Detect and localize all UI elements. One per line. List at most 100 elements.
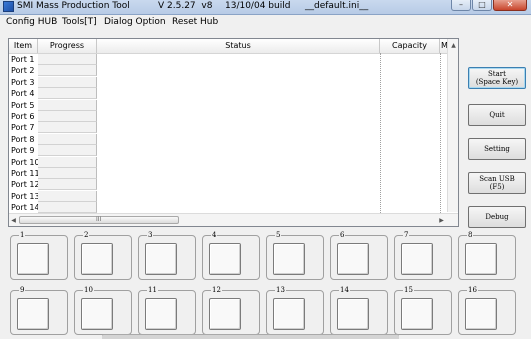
port-group-13: 13 [266,286,324,335]
horizontal-scrollbar[interactable]: ◀ III ▶ [9,213,458,226]
port-button-3[interactable] [145,243,177,275]
start-shortcut: (Space Key) [475,78,519,86]
port-button-4[interactable] [209,243,241,275]
app-version: V 2.5.27 v8 [158,1,213,11]
table-row[interactable]: Port 14 [9,202,458,214]
app-icon [3,1,14,12]
row-item-label: Port 7 [11,123,35,133]
app-title: SMI Mass Production Tool [17,1,130,11]
scroll-right-icon[interactable]: ▶ [438,217,445,224]
table-row[interactable]: Port 13 [9,190,458,202]
column-divider [440,53,441,213]
row-item-label: Port 1 [11,55,35,64]
port-button-2[interactable] [81,243,113,275]
port-number: 11 [147,286,158,294]
port-button-14[interactable] [337,298,369,330]
table-row[interactable]: Port 5 [9,99,458,111]
port-number: 7 [403,231,410,239]
bottom-scrollbar[interactable] [102,334,399,339]
port-group-9: 9 [10,286,68,335]
table-row[interactable]: Port 4 [9,88,458,100]
port-button-6[interactable] [337,243,369,275]
row-item-label: Port 5 [11,100,35,110]
menu-config-hub[interactable]: Config HUB [6,17,57,27]
row-item-label: Port 8 [11,134,35,144]
menu-bar: Config HUB Tools[T] Dialog Option Reset … [0,15,531,30]
port-number: 2 [83,231,90,239]
port-group-2: 2 [74,231,132,280]
scan-usb-label: Scan USB [479,175,515,183]
table-row[interactable]: Port 7 [9,122,458,134]
scroll-thumb[interactable]: III [19,216,179,224]
port-group-7: 7 [394,231,452,280]
port-number: 13 [275,286,286,294]
progress-cell [38,145,97,157]
row-item-label: Port 6 [11,112,35,121]
port-number: 1 [19,231,26,239]
progress-cell [38,133,97,145]
port-list[interactable]: Item Progress Status Capacity M Port 1 Po… [8,38,459,227]
port-button-13[interactable] [273,298,305,330]
scan-usb-button[interactable]: Scan USB (F5) [468,172,526,194]
port-number: 16 [467,286,478,294]
port-button-15[interactable] [401,298,433,330]
start-button[interactable]: Start (Space Key) [468,67,526,89]
table-row[interactable]: Port 3 [9,76,458,88]
row-item-label: Port 13 [11,191,38,201]
close-icon[interactable]: ✕ [493,0,527,11]
vertical-scrollbar[interactable]: ▲ [447,39,458,212]
port-group-4: 4 [202,231,260,280]
port-number: 3 [147,231,154,239]
port-button-1[interactable] [17,243,49,275]
scroll-up-icon[interactable]: ▲ [450,42,457,49]
row-item-label: Port 4 [11,89,35,99]
progress-cell [38,202,97,214]
table-row[interactable]: Port 10 [9,156,458,168]
port-group-16: 16 [458,286,516,335]
debug-label: Debug [485,213,509,221]
progress-cell [38,76,97,88]
list-header: Item Progress Status Capacity M [9,39,458,54]
debug-button[interactable]: Debug [468,206,526,228]
menu-dialog-option[interactable]: Dialog Option [104,17,166,27]
quit-button[interactable]: Quit [468,104,526,126]
setting-button[interactable]: Setting [468,138,526,160]
minimize-icon[interactable]: – [451,0,471,11]
column-progress[interactable]: Progress [38,39,97,53]
row-item-label: Port 9 [11,146,35,156]
port-button-16[interactable] [465,298,497,330]
port-button-10[interactable] [81,298,113,330]
table-row[interactable]: Port 9 [9,145,458,157]
row-item-label: Port 14 [11,203,38,213]
port-number: 6 [339,231,346,239]
port-button-8[interactable] [465,243,497,275]
table-row[interactable]: Port 12 [9,179,458,191]
port-button-7[interactable] [401,243,433,275]
table-row[interactable]: Port 11 [9,168,458,179]
row-item-label: Port 3 [11,77,35,87]
column-status[interactable]: Status [97,39,380,53]
scroll-left-icon[interactable]: ◀ [10,217,17,224]
port-number: 15 [403,286,414,294]
port-group-10: 10 [74,286,132,335]
build-date: 13/10/04 build [225,1,291,11]
quit-label: Quit [489,111,505,119]
ini-file: __default.ini__ [305,1,369,11]
table-row[interactable]: Port 2 [9,65,458,77]
column-item[interactable]: Item [9,39,38,53]
menu-tools[interactable]: Tools[T] [62,17,97,27]
table-row[interactable]: Port 1 [9,54,458,65]
table-row[interactable]: Port 6 [9,111,458,122]
maximize-icon[interactable]: □ [472,0,492,11]
port-button-9[interactable] [17,298,49,330]
progress-cell [38,65,97,77]
progress-cell [38,179,97,191]
port-button-11[interactable] [145,298,177,330]
port-group-5: 5 [266,231,324,280]
port-button-5[interactable] [273,243,305,275]
menu-reset-hub[interactable]: Reset Hub [172,17,218,27]
port-group-14: 14 [330,286,388,335]
column-capacity[interactable]: Capacity [380,39,440,53]
table-row[interactable]: Port 8 [9,133,458,145]
port-button-12[interactable] [209,298,241,330]
